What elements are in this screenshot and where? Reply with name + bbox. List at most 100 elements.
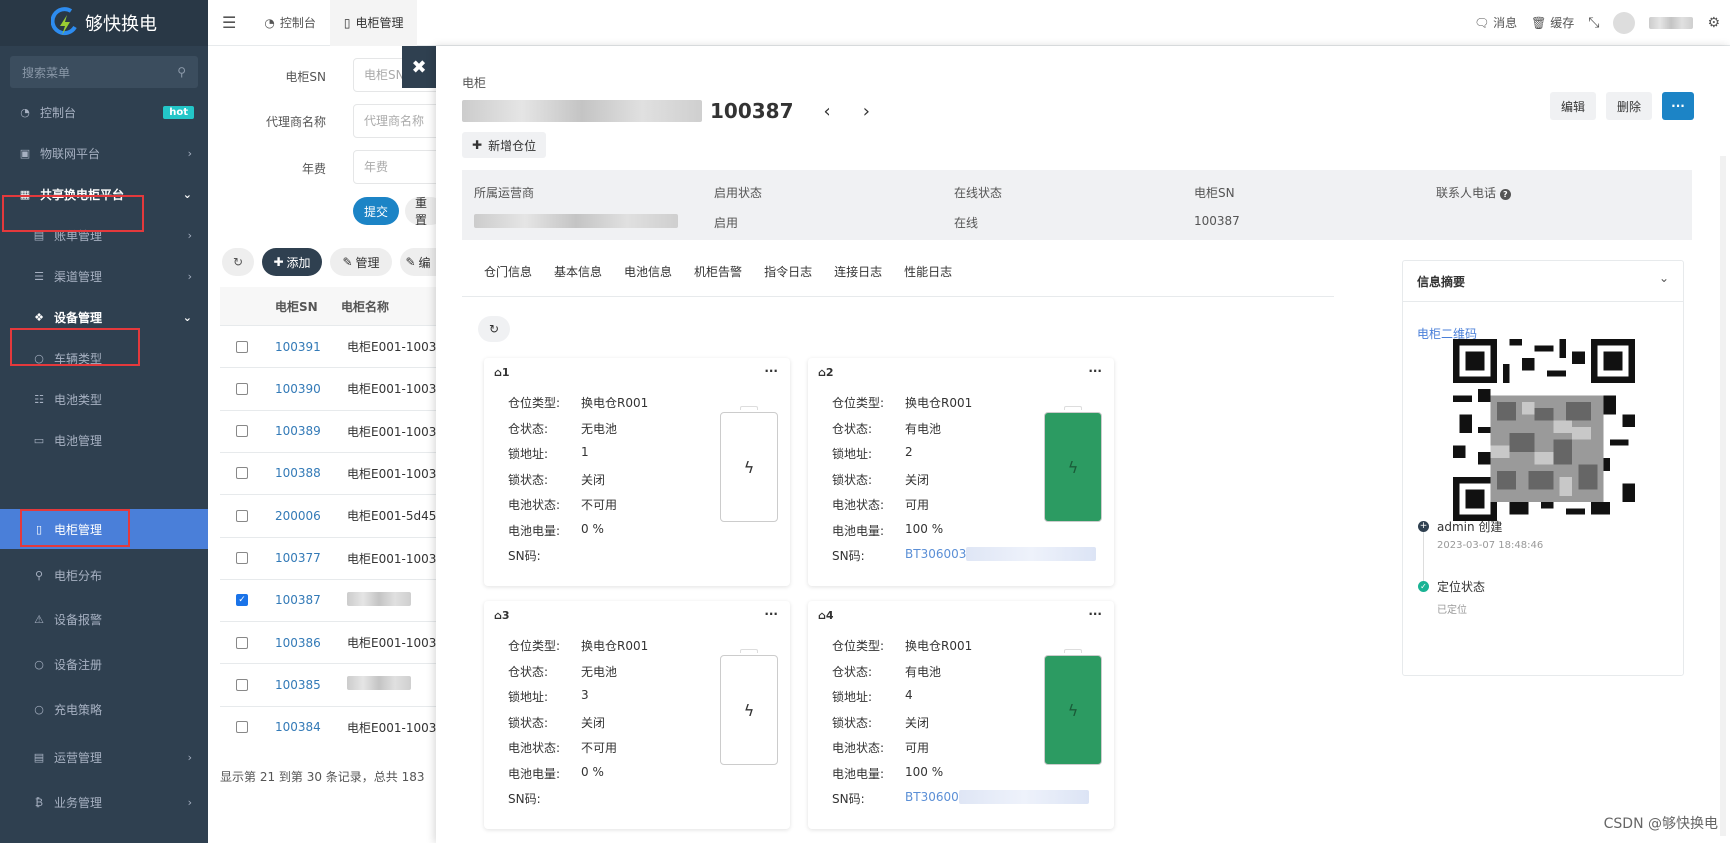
menu-toggle-icon[interactable]: ☰	[208, 0, 250, 46]
tab-basic[interactable]: 基本信息	[554, 263, 602, 285]
row-checkbox[interactable]	[236, 721, 248, 734]
cache-button[interactable]: 🗑 缓存	[1531, 14, 1574, 31]
slot-more-icon[interactable]: ···	[764, 607, 778, 621]
battery-icon: ϟ	[720, 412, 778, 522]
tab-performance-log[interactable]: 性能日志	[904, 263, 952, 285]
sidebar-item-alarm[interactable]: ⚠ 设备报警	[0, 597, 208, 641]
table-row[interactable]: 100385	[220, 663, 440, 705]
slot-number-value: 2	[825, 366, 834, 379]
row-sn-link[interactable]: 200006	[275, 509, 347, 523]
refresh-button[interactable]: ↻	[222, 248, 254, 276]
row-checkbox[interactable]	[236, 552, 248, 564]
sidebar-item-charge-policy[interactable]: ○ 充电策略	[0, 687, 208, 731]
sidebar-item-business[interactable]: ₿ 业务管理 ›	[0, 780, 208, 824]
menu-search-input[interactable]: 搜索菜单 ⚲	[10, 56, 198, 88]
slot-field-label: SN码:	[832, 549, 865, 563]
row-sn-link[interactable]: 100386	[275, 636, 347, 650]
slot-field: 锁状态: 关闭	[832, 471, 929, 488]
row-sn-link[interactable]: 100384	[275, 720, 347, 734]
row-checkbox[interactable]	[236, 509, 248, 522]
header-sn[interactable]: 电柜SN	[275, 298, 341, 315]
slot-field: 电池状态: 不可用	[508, 739, 617, 756]
table-row[interactable]: ✓ 100387	[220, 578, 440, 621]
table-row[interactable]: 100386 电柜E001-1003	[220, 621, 440, 663]
tab-console[interactable]: ◔ 控制台	[250, 0, 330, 46]
row-sn-link[interactable]: 100391	[275, 340, 347, 354]
slot-more-icon[interactable]: ···	[1088, 607, 1102, 621]
sidebar-item-battery-type[interactable]: ☷ 电池类型	[0, 377, 208, 421]
refresh-slots-button[interactable]: ↻	[478, 316, 510, 342]
chevron-right-icon: ›	[187, 795, 192, 809]
scrollbar[interactable]	[1720, 156, 1726, 836]
slot-field-value[interactable]: BT30600	[905, 790, 959, 807]
chevron-down-icon[interactable]: ⌄	[1659, 271, 1669, 285]
row-sn-link[interactable]: 100385	[275, 678, 347, 692]
slot-more-icon[interactable]: ···	[764, 364, 778, 378]
settings-icon[interactable]: ⚙	[1707, 15, 1720, 31]
row-sn-link[interactable]: 100377	[275, 551, 347, 565]
tab-door[interactable]: 仓门信息	[484, 263, 532, 285]
manage-button[interactable]: ✎ 管理	[330, 248, 392, 276]
home-icon: ⌂	[818, 366, 826, 379]
edit-detail-button[interactable]: 编辑	[1550, 92, 1596, 120]
slot-field-label: 电池电量:	[508, 766, 561, 781]
row-checkbox[interactable]	[236, 636, 248, 649]
row-sn-link[interactable]: 100387	[275, 593, 347, 607]
more-button[interactable]: ···	[1662, 92, 1694, 120]
sidebar-item-battery[interactable]: ▭ 电池管理	[0, 418, 208, 462]
sidebar-item-operation[interactable]: ▤ 运营管理 ›	[0, 735, 208, 779]
slot-field-value[interactable]: BT306003	[905, 547, 966, 564]
table-row[interactable]: 100384 电柜E001-1003	[220, 705, 440, 748]
agent-input[interactable]: 代理商名称	[353, 104, 443, 138]
table-row[interactable]: 100389 电柜E001-1003	[220, 409, 440, 452]
question-icon[interactable]: ?	[1499, 189, 1511, 200]
next-icon[interactable]: ›	[863, 101, 870, 122]
table-row[interactable]: 100377 电柜E001-1003	[220, 536, 440, 579]
row-checkbox[interactable]: ✓	[236, 594, 248, 607]
tab-alarm[interactable]: 机柜告警	[694, 263, 742, 285]
row-checkbox[interactable]	[236, 467, 248, 480]
slot-more-icon[interactable]: ···	[1088, 364, 1102, 378]
sidebar-item-iot[interactable]: ▣ 物联网平台 ›	[0, 131, 208, 175]
slot-field: SN码: BT30600	[832, 790, 1089, 807]
info-label: 在线状态	[954, 186, 1003, 200]
tab-cabinet[interactable]: ▯ 电柜管理	[329, 0, 418, 46]
tab-battery[interactable]: 电池信息	[624, 263, 672, 285]
highlight-box	[2, 195, 144, 232]
sidebar-item-register[interactable]: ○ 设备注册	[0, 642, 208, 686]
message-button[interactable]: 🗨 消息	[1474, 14, 1517, 31]
close-panel-button[interactable]: ✖	[402, 46, 436, 88]
row-checkbox[interactable]	[236, 340, 248, 353]
slot-field-value: 无电池	[581, 421, 618, 436]
summary-title: 信息摘要	[1417, 275, 1466, 289]
info-label: 所属运营商	[474, 186, 535, 200]
slot-field: 电池状态: 可用	[832, 496, 929, 513]
row-checkbox[interactable]	[236, 382, 248, 395]
row-sn-link[interactable]: 100389	[275, 424, 347, 438]
sidebar-item-channel[interactable]: ☰ 渠道管理 ›	[0, 254, 208, 298]
add-slot-button[interactable]: ✚ 新增仓位	[462, 132, 547, 158]
row-checkbox[interactable]	[236, 678, 248, 691]
sidebar-item-cabinet-map[interactable]: ⚲ 电柜分布	[0, 553, 208, 597]
table-row[interactable]: 100388 电柜E001-1003	[220, 451, 440, 494]
delete-button[interactable]: 删除	[1606, 92, 1652, 120]
table-row[interactable]: 200006 电柜E001-5d45	[220, 494, 440, 536]
fee-input[interactable]: 年费	[353, 150, 443, 184]
add-button[interactable]: ✚ 添加	[262, 248, 322, 276]
sidebar-item-console[interactable]: ◔ 控制台 hot	[0, 90, 208, 134]
row-sn-link[interactable]: 100390	[275, 382, 347, 396]
row-checkbox[interactable]	[236, 425, 248, 438]
prev-icon[interactable]: ‹	[824, 101, 831, 122]
fullscreen-icon[interactable]: ⤡	[1588, 15, 1599, 31]
row-sn-link[interactable]: 100388	[275, 466, 347, 480]
edit-button[interactable]: ✎ 编	[400, 248, 436, 276]
slot-field-label: 仓状态:	[832, 664, 873, 679]
tab-command-log[interactable]: 指令日志	[764, 263, 812, 285]
slot-field-value: 关闭	[581, 472, 606, 487]
plus-circle-icon: +	[1418, 521, 1429, 532]
table-row[interactable]: 100391 电柜E001-1003	[220, 325, 440, 367]
avatar[interactable]	[1613, 11, 1636, 34]
submit-button[interactable]: 提交	[353, 197, 399, 225]
tab-connect-log[interactable]: 连接日志	[834, 263, 882, 285]
table-row[interactable]: 100390 电柜E001-1003	[220, 367, 440, 409]
